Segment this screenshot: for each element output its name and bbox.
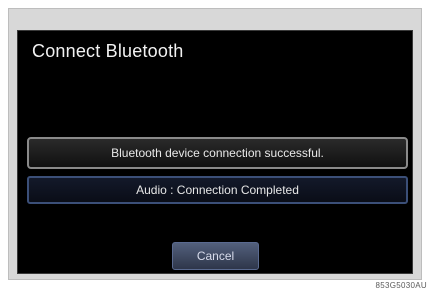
connection-message: Bluetooth device connection successful. (27, 137, 408, 169)
audio-status-text: Audio : Connection Completed (136, 183, 299, 197)
figure-code: 853G5030AU (375, 281, 427, 290)
bluetooth-dialog-screen: Connect Bluetooth Bluetooth device conne… (17, 30, 413, 274)
cancel-button[interactable]: Cancel (172, 242, 259, 270)
cancel-button-label: Cancel (196, 249, 235, 263)
audio-status-row: Audio : Connection Completed (27, 176, 408, 204)
connection-message-text: Bluetooth device connection successful. (111, 146, 324, 160)
dialog-title: Connect Bluetooth (32, 41, 184, 61)
